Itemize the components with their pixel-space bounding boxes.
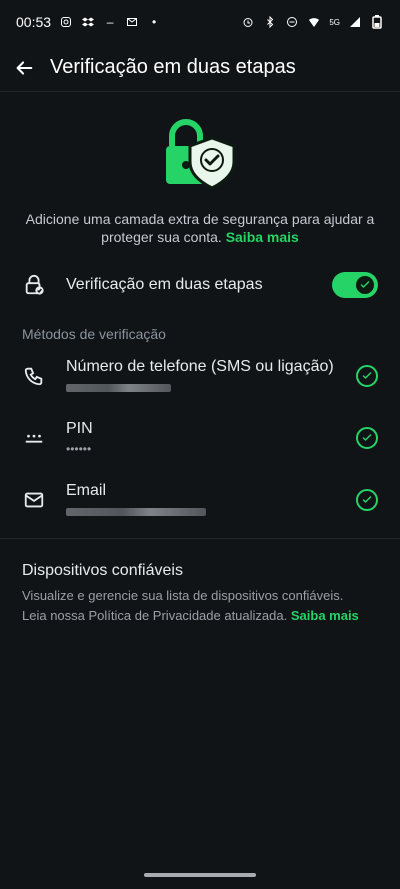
lock-check-icon [22,273,46,297]
method-email-row[interactable]: Email [0,480,400,520]
signal-icon [348,15,362,29]
phone-icon [22,364,46,388]
method-email-label: Email [66,482,107,499]
status-time: 00:53 [16,14,52,30]
security-illustration [0,116,400,196]
two-step-toggle-row[interactable]: Verificação em duas etapas [0,268,400,302]
gesture-navigation-bar[interactable] [144,873,256,877]
dash-icon: – [106,15,114,29]
instagram-icon [59,15,73,29]
lock-shield-icon [166,119,236,190]
method-pin-detail: •••••• [66,442,92,456]
page-title: Verificação em duas etapas [50,56,296,78]
method-email-check-icon [356,489,378,511]
gmail-icon [125,15,139,29]
dropbox-icon [81,15,95,29]
method-phone-detail [66,380,356,394]
pin-icon [22,426,46,450]
method-pin-label: PIN [66,420,93,437]
battery-icon [370,15,384,29]
email-icon [22,488,46,512]
toggle-check-icon [356,276,374,294]
status-bar: 00:53 – • 5G [0,0,400,44]
redacted-phone [66,383,171,392]
alarm-icon [241,15,255,29]
dot-icon: • [151,15,157,29]
back-button[interactable] [12,56,36,80]
method-phone-label: Número de telefone (SMS ou ligação) [66,358,334,375]
trusted-devices-description: Visualize e gerencie sua lista de dispos… [22,588,344,603]
trusted-devices-heading: Dispositivos confiáveis [22,562,183,579]
redacted-email [66,507,206,516]
trusted-devices-body: Visualize e gerencie sua lista de dispos… [22,586,378,626]
two-step-toggle[interactable] [332,272,378,298]
method-phone-row[interactable]: Número de telefone (SMS ou ligação) [0,356,400,396]
two-step-toggle-label: Verificação em duas etapas [66,276,263,293]
wifi-icon [307,15,321,29]
network-label: 5G [329,17,340,27]
method-pin-row[interactable]: PIN •••••• [0,418,400,458]
method-pin-check-icon [356,427,378,449]
intro-learn-more-link[interactable]: Saiba mais [226,229,299,245]
back-arrow-icon [16,60,33,75]
privacy-learn-more-link[interactable]: Saiba mais [291,608,359,623]
methods-section-label: Métodos de verificação [22,326,166,342]
trusted-devices-section[interactable]: Dispositivos confiáveis Visualize e gere… [22,562,378,626]
dnd-icon [285,15,299,29]
intro-text: Adicione uma camada extra de segurança p… [24,210,376,246]
section-divider [0,538,400,539]
privacy-policy-text: Leia nossa Política de Privacidade atual… [22,608,288,623]
app-bar: Verificação em duas etapas [0,44,400,92]
method-email-detail [66,504,356,518]
method-phone-check-icon [356,365,378,387]
intro-description: Adicione uma camada extra de segurança p… [25,211,375,245]
bluetooth-icon [263,15,277,29]
